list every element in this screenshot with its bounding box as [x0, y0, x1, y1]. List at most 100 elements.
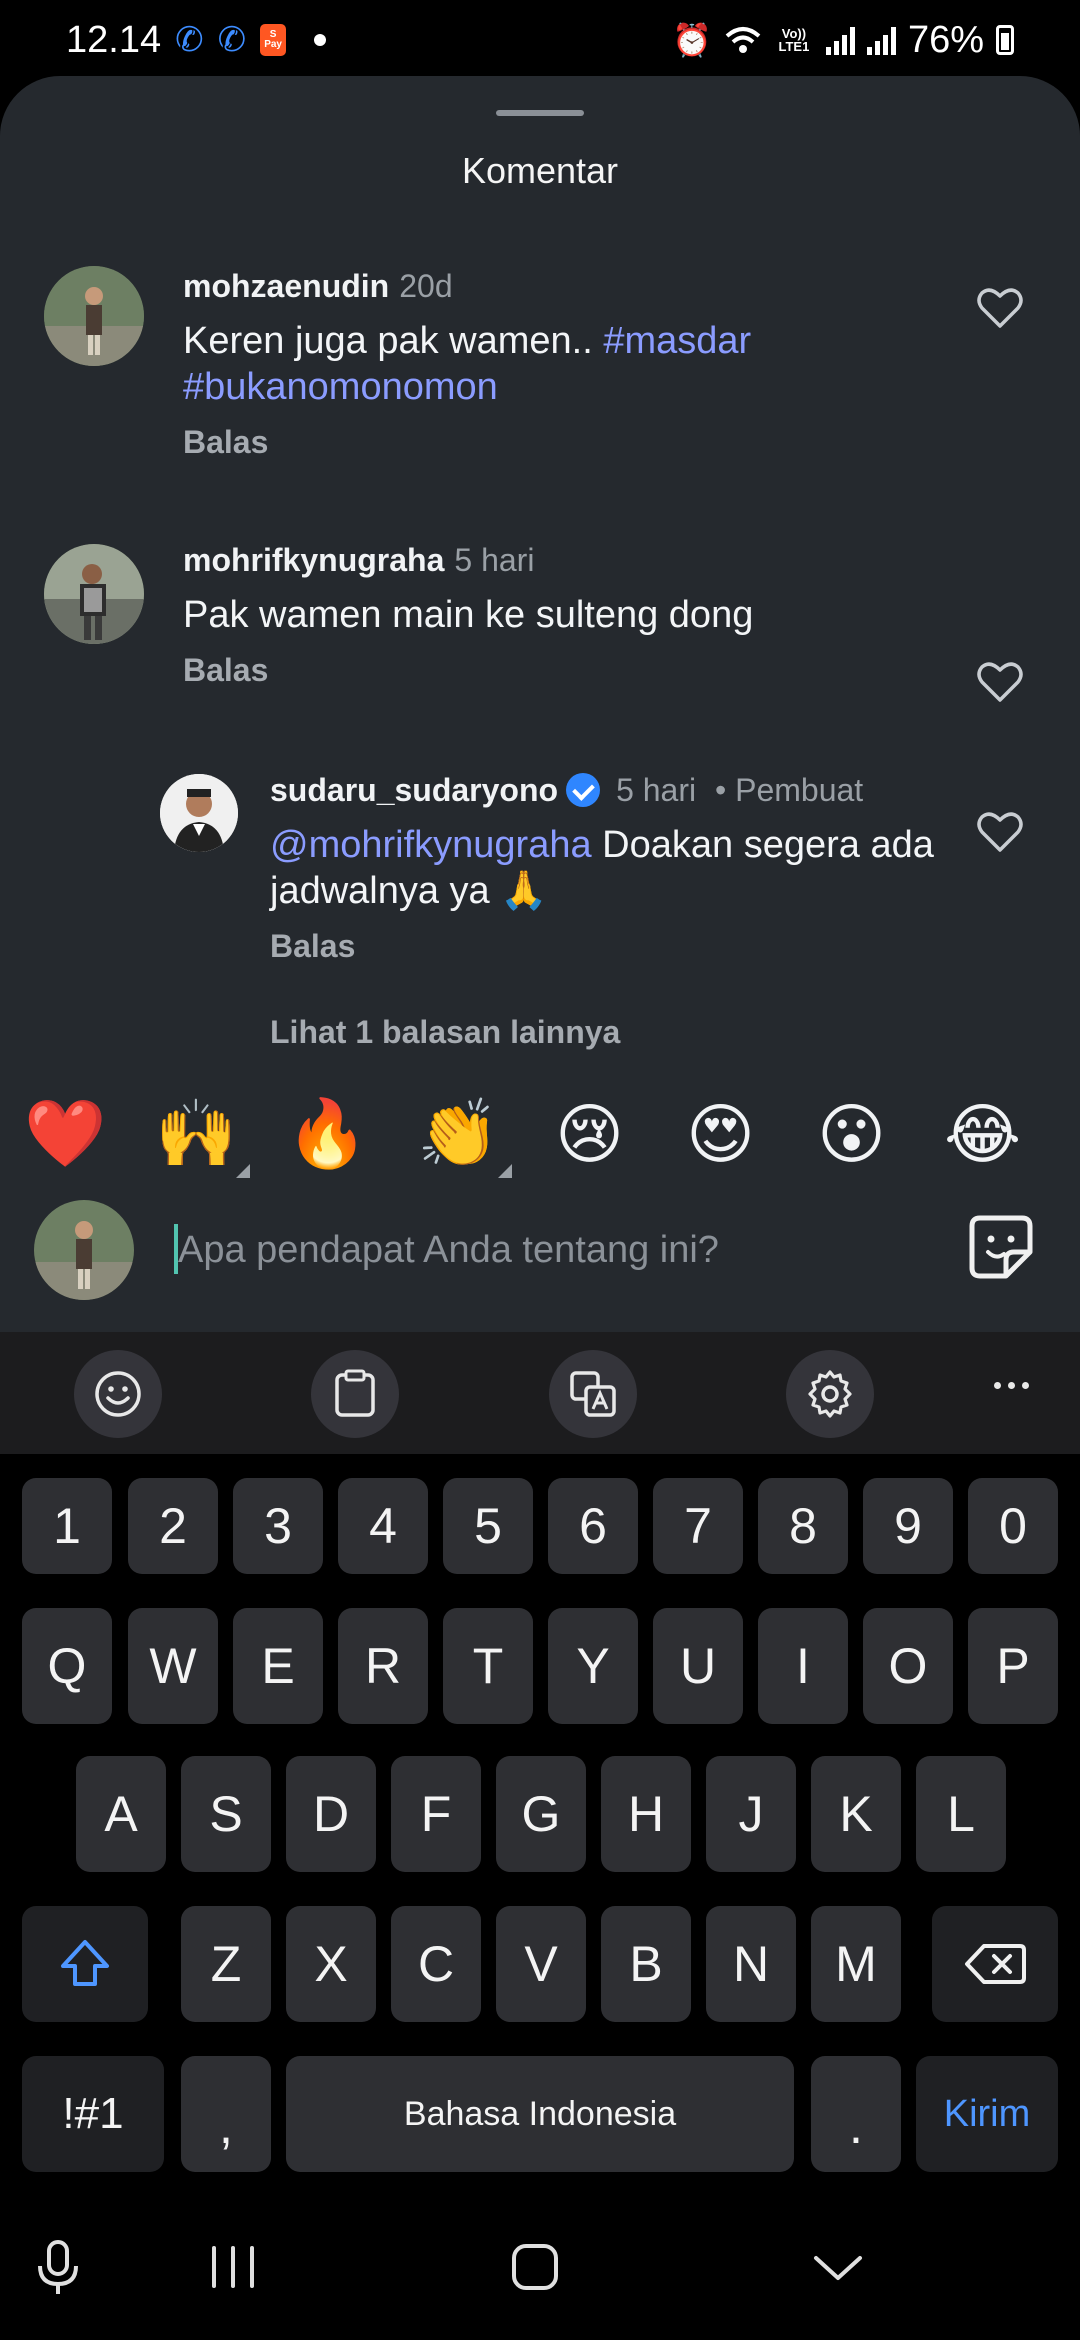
more-icon[interactable] — [994, 1382, 1029, 1389]
key-o[interactable]: O — [863, 1608, 953, 1724]
heart-icon[interactable] — [976, 286, 1024, 330]
key-c[interactable]: C — [391, 1906, 481, 2022]
system-nav-bar — [0, 2184, 1080, 2340]
comment-time: 5 hari — [616, 772, 697, 808]
key-4[interactable]: 4 — [338, 1478, 428, 1574]
emoji-laughing-button[interactable]: 😂 — [917, 1084, 1048, 1184]
heart-icon[interactable] — [976, 810, 1024, 854]
key-x[interactable]: X — [286, 1906, 376, 2022]
key-s[interactable]: S — [181, 1756, 271, 1872]
drag-handle[interactable] — [496, 110, 584, 116]
key-h[interactable]: H — [601, 1756, 691, 1872]
key-3[interactable]: 3 — [233, 1478, 323, 1574]
verified-badge-icon — [566, 773, 601, 807]
recent-apps-icon[interactable] — [208, 2244, 258, 2290]
volte-label: Vo)) LTE1 — [778, 26, 810, 54]
comment-username[interactable]: mohzaenudin — [183, 268, 389, 304]
settings-icon[interactable] — [786, 1350, 874, 1438]
key-z[interactable]: Z — [181, 1906, 271, 2022]
avatar[interactable] — [160, 774, 238, 852]
comment-text: @mohrifkynugraha Doakan segera ada jadwa… — [270, 824, 934, 912]
mention-link[interactable]: @mohrifkynugraha — [270, 824, 592, 866]
comment-time: 20d — [399, 268, 453, 304]
comment-text: Keren juga pak wamen.. #masdar #bukanomon… — [183, 320, 752, 408]
wifi-icon — [725, 27, 761, 53]
creator-label: Pembuat — [735, 772, 864, 808]
notification-dot-icon — [314, 34, 327, 46]
reply-button[interactable]: Balas — [183, 424, 963, 461]
key-f[interactable]: F — [391, 1756, 481, 1872]
emoji-reaction-bar: ❤️ 🙌 🔥 👏 😢 😍 😮 😂 — [0, 1084, 1080, 1184]
key-g[interactable]: G — [496, 1756, 586, 1872]
sheet-title: Komentar — [461, 150, 619, 191]
period-key[interactable]: . — [811, 2056, 901, 2172]
avatar[interactable] — [44, 266, 144, 366]
key-b[interactable]: B — [601, 1906, 691, 2022]
space-key[interactable]: Bahasa Indonesia — [286, 2056, 794, 2172]
hashtag-link[interactable]: #bukanomonomon — [183, 366, 498, 408]
key-t[interactable]: T — [443, 1608, 533, 1724]
key-a[interactable]: A — [76, 1756, 166, 1872]
home-icon[interactable] — [510, 2242, 560, 2292]
key-m[interactable]: M — [811, 1906, 901, 2022]
key-p[interactable]: P — [968, 1608, 1058, 1724]
key-1[interactable]: 1 — [22, 1478, 112, 1574]
shift-key[interactable] — [22, 1906, 148, 2022]
chevron-down-icon[interactable] — [812, 2252, 864, 2284]
key-q[interactable]: Q — [22, 1608, 112, 1724]
send-key[interactable]: Kirim — [916, 2056, 1058, 2172]
key-v[interactable]: V — [496, 1906, 586, 2022]
key-6[interactable]: 6 — [548, 1478, 638, 1574]
separator-dot: • — [706, 772, 736, 808]
emoji-raised-hands-button[interactable]: 🙌 — [131, 1084, 262, 1184]
key-r[interactable]: R — [338, 1608, 428, 1724]
heart-icon[interactable] — [976, 660, 1024, 704]
key-e[interactable]: E — [233, 1608, 323, 1724]
comment-time: 5 hari — [454, 542, 535, 578]
key-d[interactable]: D — [286, 1756, 376, 1872]
emoji-clap-button[interactable]: 👏 — [393, 1084, 524, 1184]
key-5[interactable]: 5 — [443, 1478, 533, 1574]
status-time: 12.14 — [66, 18, 162, 61]
emoji-surprised-button[interactable]: 😮 — [786, 1084, 917, 1184]
signal-icon — [825, 25, 855, 55]
key-n[interactable]: N — [706, 1906, 796, 2022]
comment-username[interactable]: sudaru_sudaryono — [270, 772, 558, 808]
emoji-fire-button[interactable]: 🔥 — [262, 1084, 393, 1184]
key-2[interactable]: 2 — [128, 1478, 218, 1574]
sticker-icon[interactable] — [966, 1212, 1036, 1282]
key-0[interactable]: 0 — [968, 1478, 1058, 1574]
avatar[interactable] — [44, 544, 144, 644]
key-l[interactable]: L — [916, 1756, 1006, 1872]
clipboard-icon[interactable] — [311, 1350, 399, 1438]
battery-percent: 76% — [907, 18, 984, 61]
key-7[interactable]: 7 — [653, 1478, 743, 1574]
emoji-crying-button[interactable]: 😢 — [524, 1084, 655, 1184]
symbols-key[interactable]: !#1 — [22, 2056, 164, 2172]
keyboard: 1 2 3 4 5 6 7 8 9 0 Q W E R T Y U I O P … — [0, 1454, 1080, 2184]
keyboard-toolbar — [0, 1332, 1080, 1454]
microphone-icon[interactable] — [36, 2240, 80, 2296]
comma-key[interactable]: , — [181, 2056, 271, 2172]
emoji-icon[interactable] — [74, 1350, 162, 1438]
key-y[interactable]: Y — [548, 1608, 638, 1724]
key-w[interactable]: W — [128, 1608, 218, 1724]
view-more-replies-button[interactable]: Lihat 1 balasan lainnya — [270, 1014, 620, 1051]
shopeepay-icon: S Pay — [260, 24, 287, 56]
comment-username[interactable]: mohrifkynugraha — [183, 542, 444, 578]
reply-button[interactable]: Balas — [270, 928, 970, 965]
comment-composer — [0, 1184, 1080, 1332]
hashtag-link[interactable]: #masdar — [603, 320, 751, 362]
key-9[interactable]: 9 — [863, 1478, 953, 1574]
translate-icon[interactable] — [549, 1350, 637, 1438]
key-8[interactable]: 8 — [758, 1478, 848, 1574]
emoji-heart-eyes-button[interactable]: 😍 — [655, 1084, 786, 1184]
key-j[interactable]: J — [706, 1756, 796, 1872]
reply-button[interactable]: Balas — [183, 652, 963, 689]
emoji-heart-button[interactable]: ❤️ — [0, 1084, 131, 1184]
backspace-key[interactable] — [932, 1906, 1058, 2022]
key-u[interactable]: U — [653, 1608, 743, 1724]
key-k[interactable]: K — [811, 1756, 901, 1872]
key-i[interactable]: I — [758, 1608, 848, 1724]
comment-input[interactable] — [178, 1220, 938, 1280]
